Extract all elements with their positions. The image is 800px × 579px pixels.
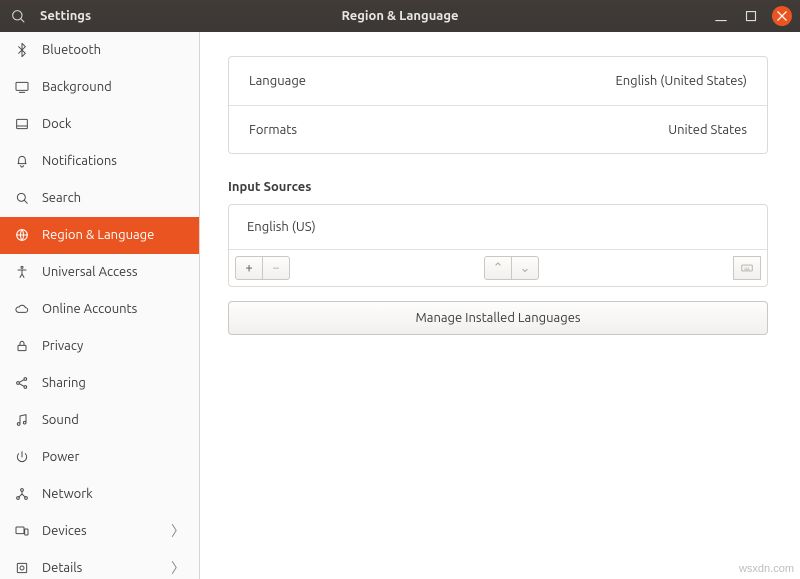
sidebar-item-label: Online Accounts xyxy=(42,302,185,316)
manage-button-label: Manage Installed Languages xyxy=(415,311,580,325)
sidebar-item-label: Background xyxy=(42,80,185,94)
input-source-name: English (US) xyxy=(247,220,316,234)
sound-icon xyxy=(14,412,30,428)
sidebar-item-label: Search xyxy=(42,191,185,205)
sidebar-item-label: Region & Language xyxy=(42,228,185,242)
sidebar-item-dock[interactable]: Dock xyxy=(0,106,199,143)
add-input-source-button[interactable]: + xyxy=(235,256,263,280)
content-pane: Language English (United States) Formats… xyxy=(200,32,800,579)
region-group: Language English (United States) Formats… xyxy=(228,56,768,154)
formats-row[interactable]: Formats United States xyxy=(229,105,767,153)
chevron-right-icon: 〉 xyxy=(171,558,185,578)
sidebar-item-devices[interactable]: Devices 〉 xyxy=(0,513,199,550)
power-icon xyxy=(14,449,30,465)
sidebar-item-label: Details xyxy=(42,561,159,575)
language-row[interactable]: Language English (United States) xyxy=(229,57,767,105)
cloud-icon xyxy=(14,301,30,317)
minimize-button[interactable] xyxy=(712,7,730,25)
sidebar-item-network[interactable]: Network xyxy=(0,476,199,513)
app-name: Settings xyxy=(40,9,91,23)
share-icon xyxy=(14,375,30,391)
titlebar: Settings Region & Language xyxy=(0,0,800,32)
sidebar-item-sharing[interactable]: Sharing xyxy=(0,365,199,402)
remove-input-source-button[interactable]: − xyxy=(262,256,290,280)
show-keyboard-layout-button[interactable] xyxy=(733,256,761,280)
sidebar-item-search[interactable]: Search xyxy=(0,180,199,217)
sidebar-item-notifications[interactable]: Notifications xyxy=(0,143,199,180)
background-icon xyxy=(14,79,30,95)
network-icon xyxy=(14,486,30,502)
chevron-right-icon: 〉 xyxy=(171,521,185,541)
input-sources-list: English (US) + − ⌃ ⌄ xyxy=(228,204,768,287)
sidebar-item-label: Privacy xyxy=(42,339,185,353)
dock-icon xyxy=(14,116,30,132)
sidebar-item-online-accounts[interactable]: Online Accounts xyxy=(0,291,199,328)
sidebar-item-universal-access[interactable]: Universal Access xyxy=(0,254,199,291)
sidebar-item-label: Network xyxy=(42,487,185,501)
formats-value: United States xyxy=(668,123,747,137)
sidebar-item-privacy[interactable]: Privacy xyxy=(0,328,199,365)
globe-icon xyxy=(14,227,30,243)
sidebar-item-label: Power xyxy=(42,450,185,464)
sidebar-item-details[interactable]: Details 〉 xyxy=(0,550,199,579)
details-icon xyxy=(14,560,30,576)
watermark: wsxdn.com xyxy=(739,563,794,575)
bluetooth-icon xyxy=(14,42,30,58)
lock-icon xyxy=(14,338,30,354)
sidebar-item-label: Universal Access xyxy=(42,265,185,279)
move-up-button[interactable]: ⌃ xyxy=(484,256,512,280)
notifications-icon xyxy=(14,153,30,169)
maximize-button[interactable] xyxy=(742,7,760,25)
sidebar-item-bluetooth[interactable]: Bluetooth xyxy=(0,32,199,69)
sidebar-item-background[interactable]: Background xyxy=(0,69,199,106)
language-value: English (United States) xyxy=(615,74,747,88)
universal-access-icon xyxy=(14,264,30,280)
sidebar-item-label: Notifications xyxy=(42,154,185,168)
formats-label: Formats xyxy=(249,123,297,137)
sidebar-item-region-language[interactable]: Region & Language xyxy=(0,217,199,254)
sidebar-item-label: Bluetooth xyxy=(42,43,185,57)
devices-icon xyxy=(14,523,30,539)
manage-installed-languages-button[interactable]: Manage Installed Languages xyxy=(228,301,768,335)
sidebar-item-label: Devices xyxy=(42,524,159,538)
search-icon xyxy=(14,190,30,206)
page-title: Region & Language xyxy=(0,9,800,23)
move-down-button[interactable]: ⌄ xyxy=(511,256,539,280)
language-label: Language xyxy=(249,74,306,88)
sidebar-item-label: Sharing xyxy=(42,376,185,390)
input-source-item[interactable]: English (US) xyxy=(229,205,767,249)
sidebar: Bluetooth Background Dock Notifications … xyxy=(0,32,200,579)
sidebar-item-label: Sound xyxy=(42,413,185,427)
sidebar-item-label: Dock xyxy=(42,117,185,131)
sidebar-item-power[interactable]: Power xyxy=(0,439,199,476)
input-sources-heading: Input Sources xyxy=(228,180,768,194)
sidebar-item-sound[interactable]: Sound xyxy=(0,402,199,439)
input-sources-toolbar: + − ⌃ ⌄ xyxy=(229,249,767,286)
search-icon[interactable] xyxy=(10,8,26,24)
close-button[interactable] xyxy=(772,6,792,26)
